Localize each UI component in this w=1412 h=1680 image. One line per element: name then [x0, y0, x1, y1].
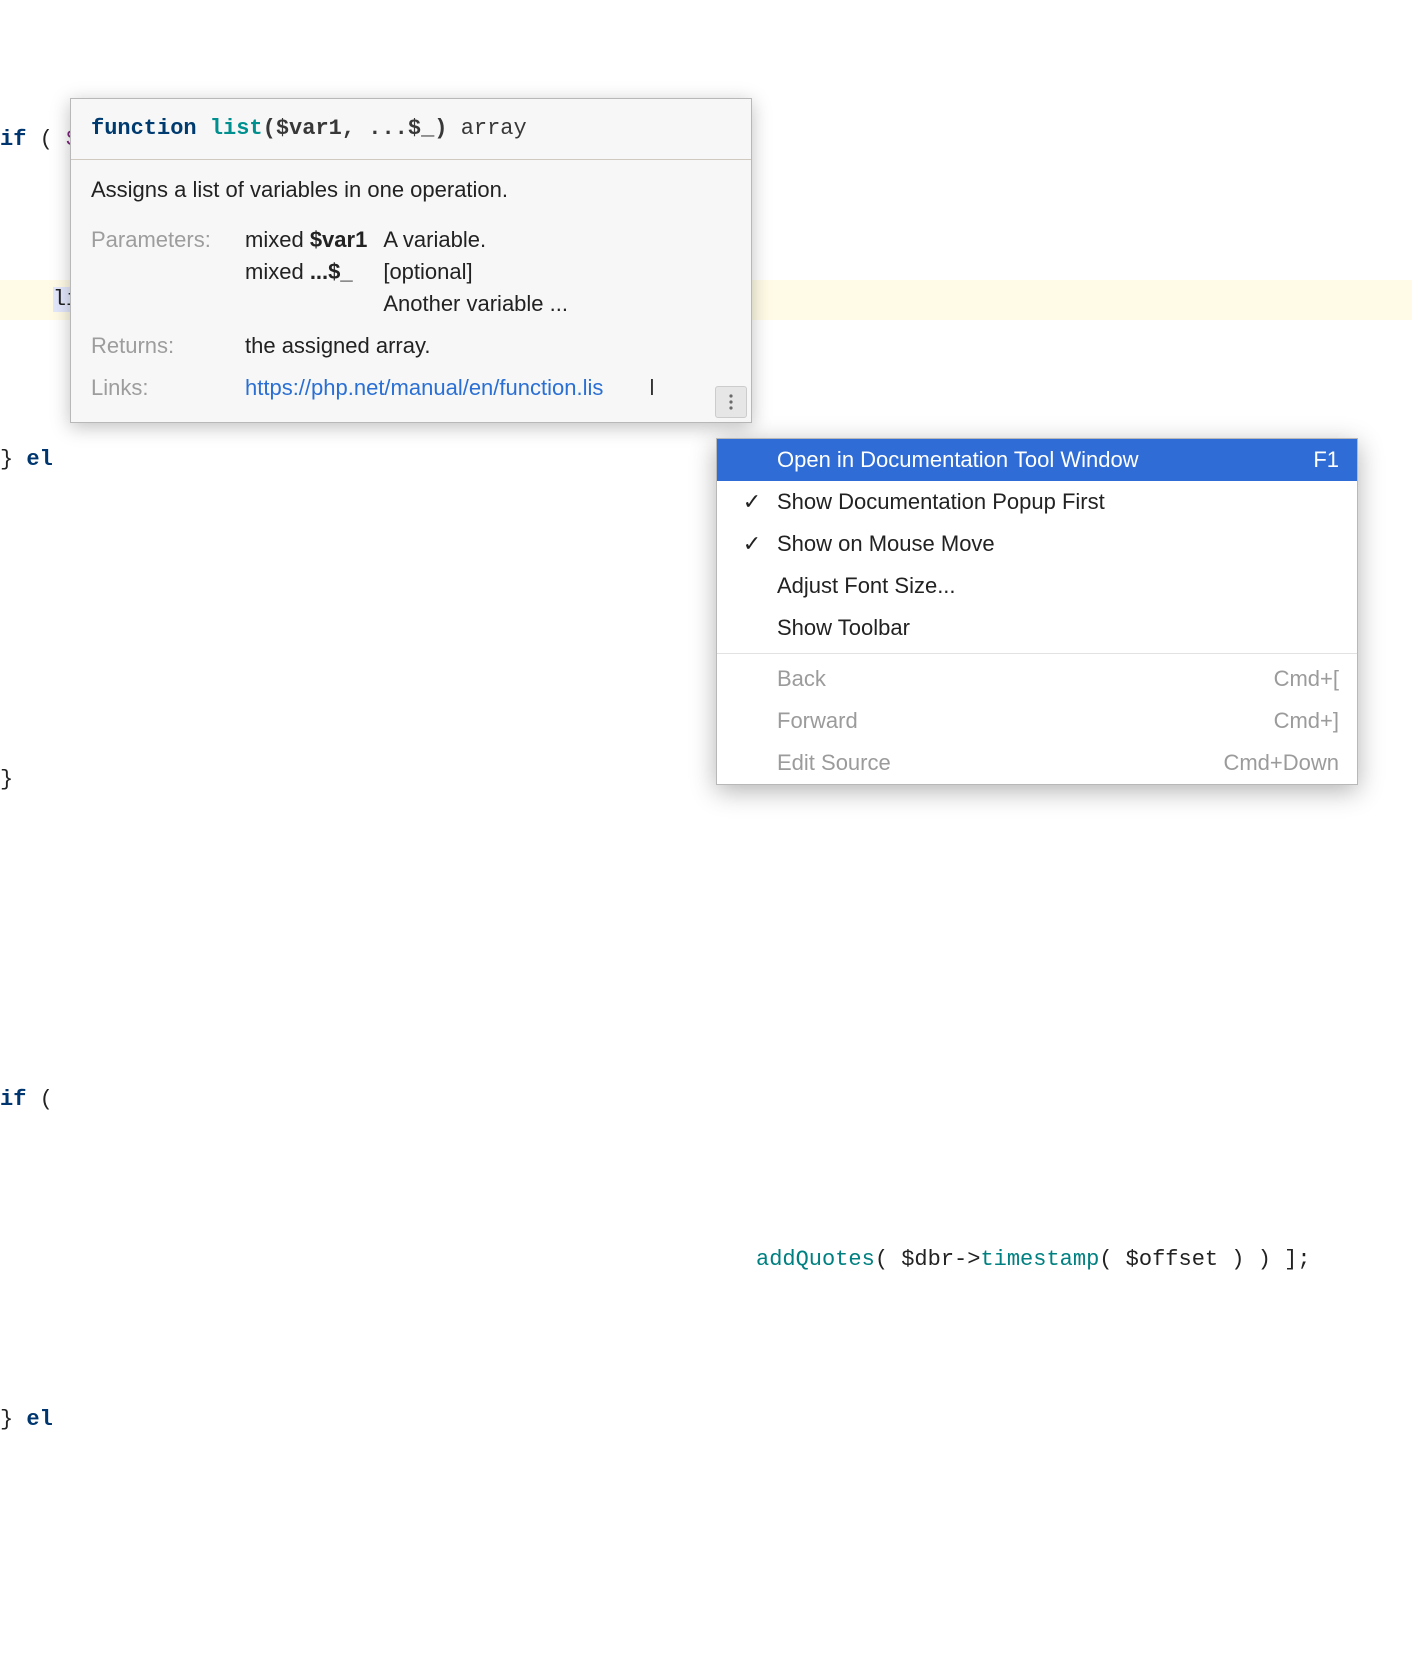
menu-separator — [717, 653, 1357, 654]
menu-shortcut: F1 — [1313, 441, 1339, 479]
menu-item-show-on-mouse-move[interactable]: ✓ Show on Mouse Move — [717, 523, 1357, 565]
menu-item-edit-source[interactable]: ✓ Edit Source Cmd+Down — [717, 742, 1357, 784]
menu-shortcut: Cmd+[ — [1274, 660, 1339, 698]
check-icon: ✓ — [727, 483, 777, 521]
doc-param-row: mixed ...$_ [optional] Another variable … — [245, 256, 584, 320]
menu-label: Forward — [777, 702, 1254, 740]
menu-label: Edit Source — [777, 744, 1203, 782]
code-line: if ( — [0, 1080, 1412, 1120]
menu-item-show-toolbar[interactable]: ✓ Show Toolbar — [717, 607, 1357, 649]
signature-keyword: function — [91, 116, 197, 141]
doc-label-returns: Returns: — [91, 330, 231, 362]
documentation-popup: function list($var1, ...$_) array Assign… — [70, 98, 752, 423]
doc-param-row: mixed $var1 A variable. — [245, 224, 584, 256]
menu-item-back[interactable]: ✓ Back Cmd+[ — [717, 658, 1357, 700]
param-type: mixed — [245, 227, 304, 252]
code-line — [0, 1560, 1412, 1600]
code-line: addQuotes( $dbr->timestamp( $offset ) ) … — [0, 1240, 1412, 1280]
menu-item-open-documentation[interactable]: ✓ Open in Documentation Tool Window F1 — [717, 439, 1357, 481]
code-line: } el — [0, 1400, 1412, 1440]
signature-name: list — [210, 116, 263, 141]
signature-params: ($var1, ...$_) — [263, 116, 448, 141]
signature-return: array — [461, 116, 527, 141]
menu-label: Show Documentation Popup First — [777, 483, 1339, 521]
param-name: $var1 — [310, 227, 368, 252]
menu-shortcut: Cmd+] — [1274, 702, 1339, 740]
param-description: Another variable ... — [383, 288, 568, 320]
param-description: [optional] — [383, 256, 568, 288]
param-type: mixed — [245, 259, 304, 284]
param-name: ...$_ — [310, 259, 353, 284]
code-line — [0, 920, 1412, 960]
doc-link-overflow: l — [649, 375, 654, 400]
doc-link[interactable]: https://php.net/manual/en/function.lis — [245, 375, 603, 400]
menu-label: Open in Documentation Tool Window — [777, 441, 1293, 479]
doc-label-parameters: Parameters: — [91, 224, 231, 256]
param-description: A variable. — [383, 224, 584, 256]
kebab-icon[interactable] — [715, 386, 747, 418]
menu-label: Show Toolbar — [777, 609, 1339, 647]
doc-signature: function list($var1, ...$_) array — [71, 99, 751, 160]
check-icon: ✓ — [727, 525, 777, 563]
context-menu: ✓ Open in Documentation Tool Window F1 ✓… — [716, 438, 1358, 785]
menu-item-forward[interactable]: ✓ Forward Cmd+] — [717, 700, 1357, 742]
doc-returns: the assigned array. — [245, 330, 731, 362]
doc-summary: Assigns a list of variables in one opera… — [91, 174, 731, 206]
doc-label-links: Links: — [91, 372, 231, 404]
menu-label: Adjust Font Size... — [777, 567, 1339, 605]
menu-item-adjust-font-size[interactable]: ✓ Adjust Font Size... — [717, 565, 1357, 607]
menu-item-show-popup-first[interactable]: ✓ Show Documentation Popup First — [717, 481, 1357, 523]
menu-label: Show on Mouse Move — [777, 525, 1339, 563]
menu-label: Back — [777, 660, 1254, 698]
menu-shortcut: Cmd+Down — [1223, 744, 1339, 782]
